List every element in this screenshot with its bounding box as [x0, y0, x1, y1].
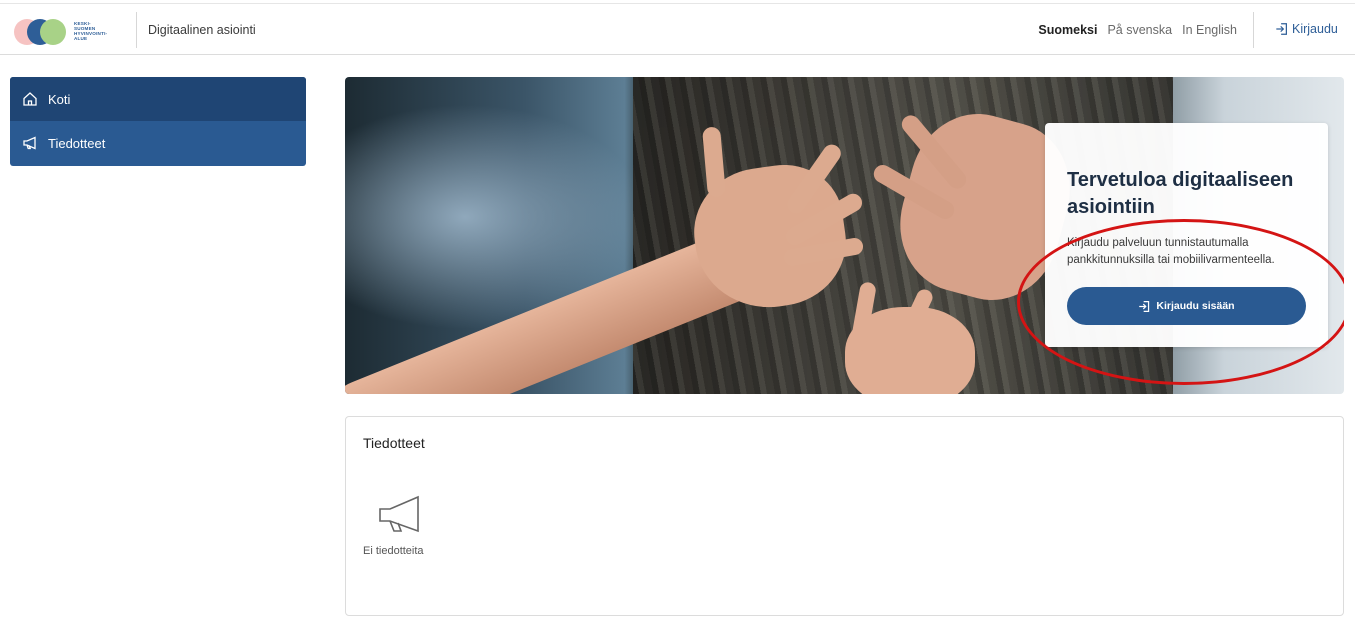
language-english[interactable]: In English — [1182, 23, 1237, 37]
organization-logo[interactable]: KESKI- SUOMEN HYVINVOINTI- ALUE — [14, 19, 124, 45]
welcome-card: Tervetuloa digitaaliseen asiointiin Kirj… — [1045, 123, 1328, 347]
news-title: Tiedotteet — [363, 435, 425, 451]
app-title: Digitaalinen asiointi — [148, 23, 256, 37]
login-button[interactable]: Kirjaudu sisään — [1067, 287, 1306, 325]
language-switcher: Suomeksi På svenska In English — [1038, 23, 1237, 37]
header-divider — [136, 12, 137, 48]
news-panel: Tiedotteet Ei tiedotteita — [345, 416, 1344, 616]
news-empty-text: Ei tiedotteita — [363, 545, 424, 557]
hero-banner: Tervetuloa digitaaliseen asiointiin Kirj… — [345, 77, 1344, 394]
login-icon — [1139, 300, 1150, 312]
logo-text: KESKI- SUOMEN HYVINVOINTI- ALUE — [74, 21, 108, 41]
sidebar-item-label: Koti — [48, 91, 71, 107]
login-icon — [1276, 23, 1287, 35]
megaphone-icon — [379, 495, 419, 533]
language-finnish[interactable]: Suomeksi — [1038, 23, 1097, 37]
top-header: KESKI- SUOMEN HYVINVOINTI- ALUE Digitaal… — [0, 3, 1355, 55]
sidebar-nav: Koti Tiedotteet — [10, 77, 306, 166]
header-divider — [1253, 12, 1254, 48]
home-icon — [23, 92, 37, 106]
sidebar-item-label: Tiedotteet — [48, 135, 106, 151]
megaphone-icon — [23, 136, 36, 150]
welcome-title: Tervetuloa digitaaliseen asiointiin — [1067, 169, 1294, 218]
welcome-description: Kirjaudu palveluun tunnistautumalla pank… — [1067, 237, 1275, 266]
language-swedish[interactable]: På svenska — [1107, 23, 1172, 37]
logo-circle-green — [40, 19, 66, 45]
sidebar-item-tiedotteet[interactable]: Tiedotteet — [10, 121, 306, 165]
login-button-label: Kirjaudu sisään — [1156, 300, 1235, 312]
header-login-label: Kirjaudu — [1292, 22, 1338, 36]
header-login-link[interactable]: Kirjaudu — [1275, 22, 1338, 36]
sidebar-item-koti[interactable]: Koti — [10, 77, 306, 121]
